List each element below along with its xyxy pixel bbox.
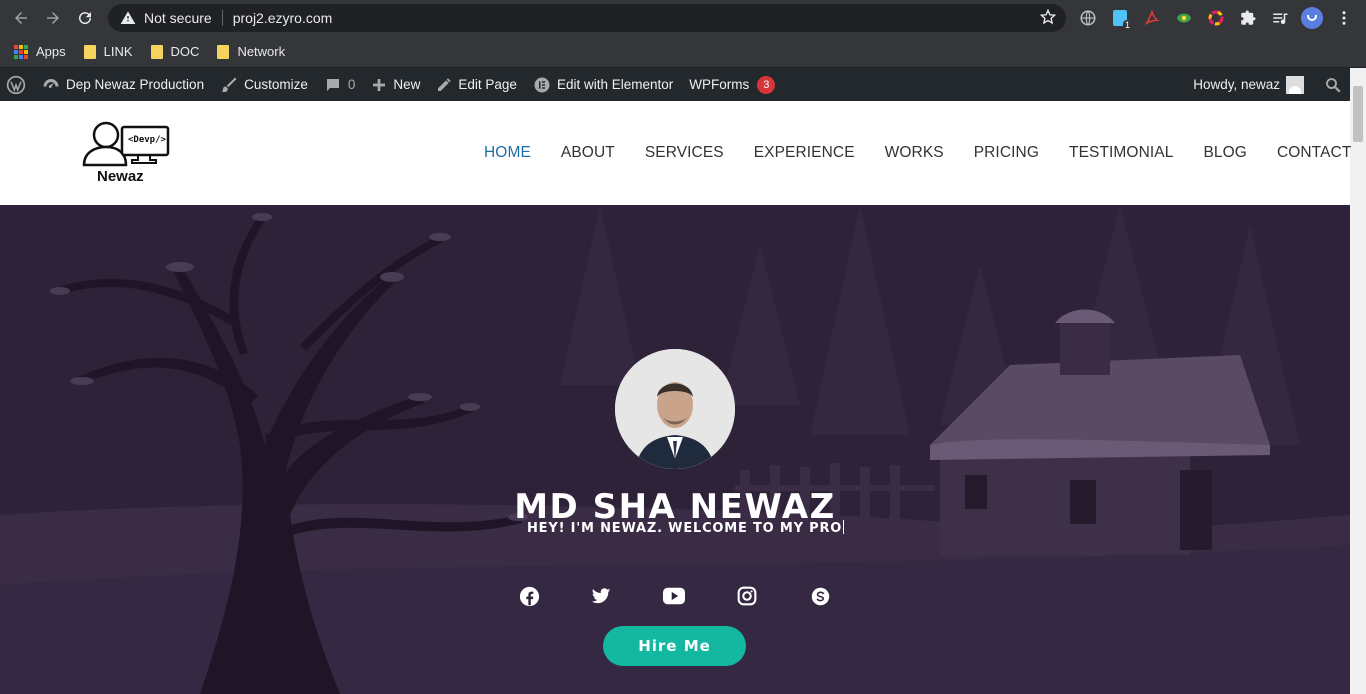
- eye-extension-icon[interactable]: [1172, 6, 1196, 30]
- site-name-label: Dep Newaz Production: [66, 77, 205, 92]
- folder-icon: [83, 44, 96, 59]
- url-text[interactable]: proj2.ezyro.com: [233, 10, 333, 26]
- warning-icon: [120, 10, 136, 26]
- color-ring-extension-icon[interactable]: [1204, 6, 1228, 30]
- profile-avatar-icon[interactable]: [1300, 6, 1324, 30]
- browser-toolbar: Not secure proj2.ezyro.com 1: [0, 0, 1366, 36]
- folder-icon: [150, 44, 163, 59]
- puzzle-extensions-icon[interactable]: [1236, 6, 1260, 30]
- bookmark-label: DOC: [170, 44, 200, 59]
- instagram-icon[interactable]: [736, 585, 758, 607]
- admin-comments[interactable]: 0: [316, 68, 364, 101]
- bookmark-label: Network: [237, 44, 286, 59]
- search-icon[interactable]: [1324, 76, 1342, 94]
- brush-icon: [221, 77, 237, 92]
- bookmark-apps[interactable]: Apps: [14, 44, 66, 59]
- wpforms-count-badge: 3: [757, 75, 776, 94]
- edit-page-label: Edit Page: [458, 77, 517, 92]
- security-label[interactable]: Not secure: [144, 10, 212, 26]
- hero-subtitle-text: HEY! I'M NEWAZ. WELCOME TO MY PRO: [527, 521, 843, 536]
- reload-icon[interactable]: [74, 7, 96, 29]
- site-header: <Devp/> Newaz HOME ABOUT SERVICES EXPERI…: [0, 101, 1351, 205]
- reading-list-icon[interactable]: [1268, 6, 1292, 30]
- bookmarks-bar: Apps LINK DOC Network: [0, 36, 1366, 68]
- facebook-icon[interactable]: [518, 585, 540, 607]
- menu-item-contact[interactable]: CONTACT: [1277, 144, 1351, 162]
- howdy-label[interactable]: Howdy, newaz: [1193, 77, 1280, 92]
- extension-badge: 1: [1122, 20, 1132, 30]
- typing-cursor: [843, 520, 845, 534]
- menu-item-about[interactable]: ABOUT: [561, 144, 615, 162]
- admin-wpforms[interactable]: WPForms 3: [681, 68, 783, 101]
- new-label: New: [393, 77, 421, 92]
- logo-name: Newaz: [97, 168, 144, 185]
- admin-edit-page[interactable]: Edit Page: [428, 68, 525, 101]
- dashboard-icon: [43, 78, 59, 88]
- chrome-menu-icon[interactable]: [1332, 6, 1356, 30]
- bookmark-star-icon[interactable]: [1039, 8, 1057, 28]
- comments-count: 0: [347, 77, 356, 92]
- folder-icon: [217, 44, 230, 59]
- globe-extension-icon[interactable]: [1076, 6, 1100, 30]
- menu-item-blog[interactable]: BLOG: [1203, 144, 1246, 162]
- wordpress-logo-icon[interactable]: [0, 68, 34, 101]
- twitter-icon[interactable]: [590, 585, 612, 607]
- youtube-icon[interactable]: [663, 585, 685, 607]
- bookmark-link[interactable]: LINK: [83, 44, 133, 59]
- address-bar[interactable]: Not secure proj2.ezyro.com: [108, 4, 1066, 32]
- bookmark-label: Apps: [36, 44, 66, 59]
- back-icon[interactable]: [10, 7, 32, 29]
- main-menu: HOME ABOUT SERVICES EXPERIENCE WORKS PRI…: [484, 101, 1366, 205]
- hero-section: MD SHA NEWAZ HEY! I'M NEWAZ. WELCOME TO …: [0, 205, 1350, 694]
- edit-elementor-label: Edit with Elementor: [556, 77, 674, 92]
- bookmark-network[interactable]: Network: [217, 44, 285, 59]
- logo-tag: <Devp/>: [128, 135, 166, 145]
- hero-typing-subtitle: HEY! I'M NEWAZ. WELCOME TO MY PRO: [527, 520, 845, 536]
- menu-item-testimonial[interactable]: TESTIMONIAL: [1069, 144, 1173, 162]
- profile-photo: [615, 349, 735, 469]
- apps-grid-icon: [14, 44, 28, 59]
- menu-item-services[interactable]: SERVICES: [645, 144, 724, 162]
- comment-icon: [326, 78, 339, 91]
- menu-item-works[interactable]: WORKS: [885, 144, 944, 162]
- admin-site-name[interactable]: Dep Newaz Production: [34, 68, 212, 101]
- admin-avatar[interactable]: [1286, 75, 1304, 94]
- menu-item-home[interactable]: HOME: [484, 144, 531, 162]
- wp-admin-bar: Dep Newaz Production Customize 0 New Edi…: [0, 68, 1350, 101]
- omnibox-divider: [221, 10, 223, 26]
- elementor-icon: [534, 77, 550, 92]
- admin-edit-elementor[interactable]: Edit with Elementor: [525, 68, 681, 101]
- menu-item-pricing[interactable]: PRICING: [974, 144, 1039, 162]
- menu-item-experience[interactable]: EXPERIENCE: [754, 144, 855, 162]
- admin-customize[interactable]: Customize: [212, 68, 316, 101]
- forward-icon[interactable]: [42, 7, 64, 29]
- bookmark-doc[interactable]: DOC: [150, 44, 200, 59]
- hire-me-button[interactable]: Hire Me: [603, 626, 746, 666]
- badge-extension-icon[interactable]: 1: [1108, 6, 1132, 30]
- skype-icon[interactable]: [809, 585, 831, 607]
- bookmark-label: LINK: [103, 44, 133, 59]
- customize-label: Customize: [244, 77, 308, 92]
- pencil-icon: [438, 77, 452, 91]
- acrobat-extension-icon[interactable]: [1140, 6, 1164, 30]
- wpforms-label: WPForms: [689, 77, 750, 92]
- plus-icon: [373, 78, 386, 91]
- admin-new[interactable]: New: [363, 68, 428, 101]
